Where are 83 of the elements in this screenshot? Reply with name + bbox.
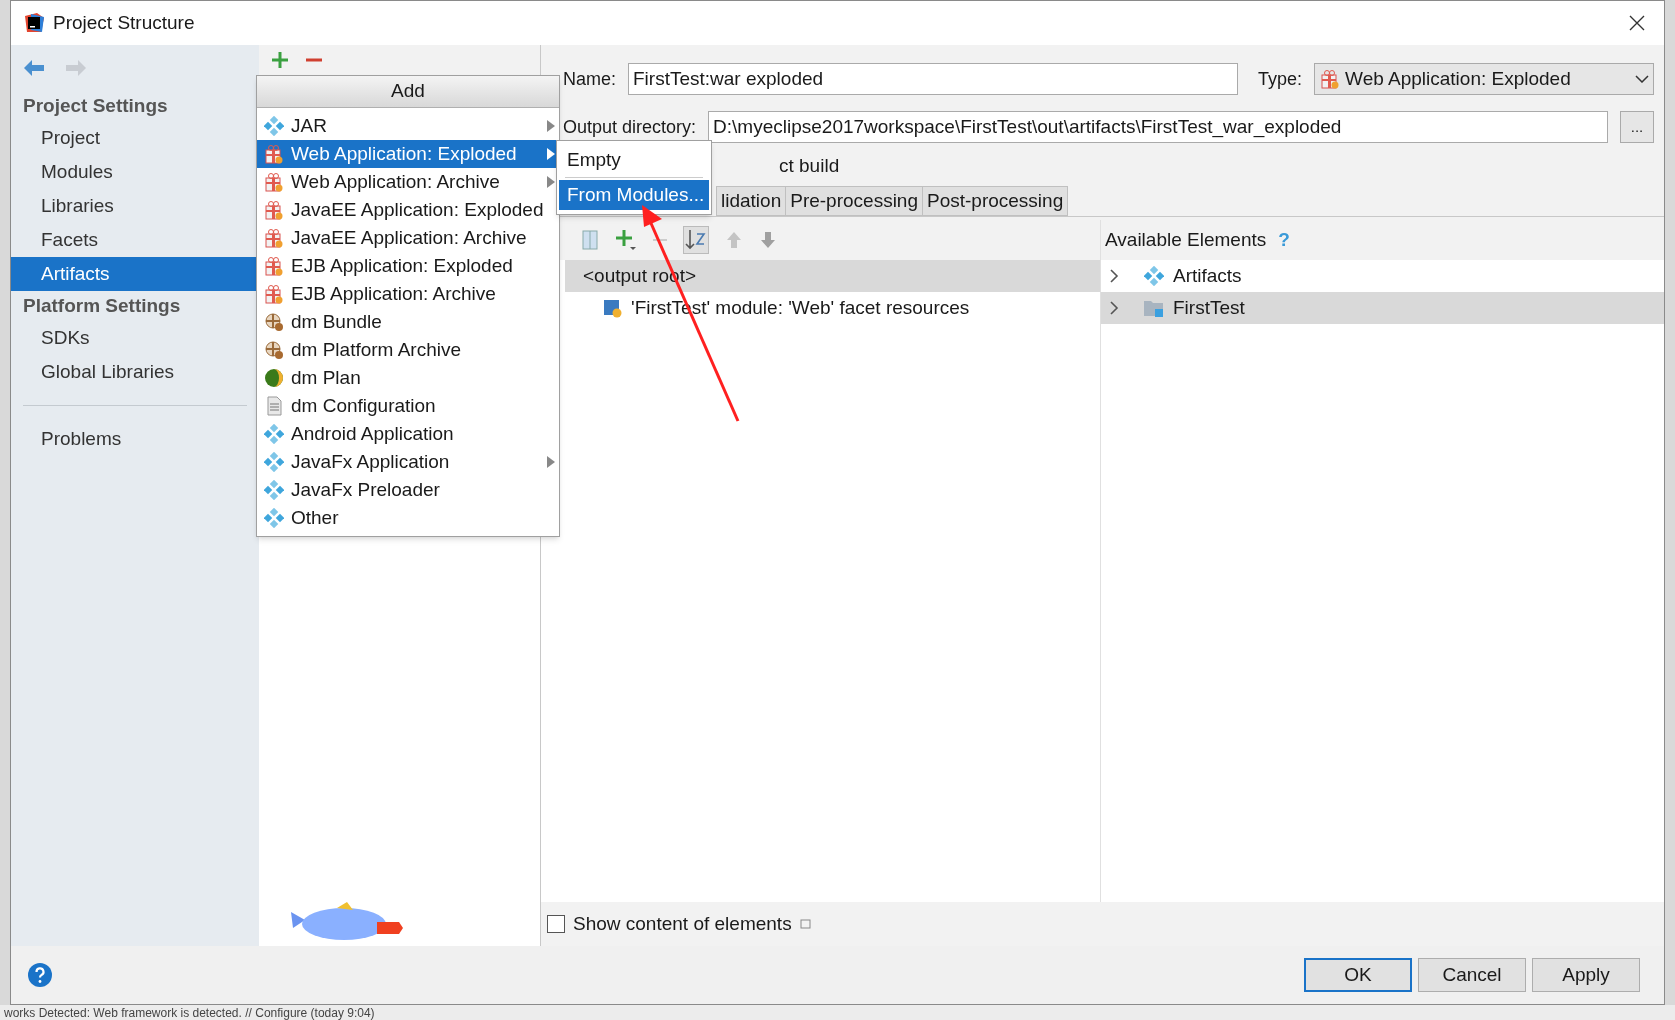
dialog-button[interactable]: Cancel xyxy=(1418,958,1526,992)
tab[interactable]: Pre-processing xyxy=(785,186,923,216)
checkbox-label: Show content of elements xyxy=(573,911,792,936)
submenu-arrow-icon xyxy=(547,148,555,160)
gift-box-icon xyxy=(264,200,284,220)
diamond-cluster-icon xyxy=(264,424,284,444)
field-label: Output directory: xyxy=(563,115,697,139)
name-field[interactable]: FirstTest:war exploded xyxy=(628,63,1238,95)
menu-item[interactable]: EJB Application: Exploded xyxy=(257,252,559,280)
diamond-cluster-icon xyxy=(264,508,284,528)
menu-item[interactable]: JavaFx Preloader xyxy=(257,476,559,504)
gift-box-icon xyxy=(264,228,284,248)
panel-title: Available Elements xyxy=(1105,227,1267,252)
menu-item[interactable]: Android Application xyxy=(257,420,559,448)
gift-box-icon xyxy=(264,256,284,276)
diamond-cluster-icon xyxy=(264,480,284,500)
submenu-arrow-icon xyxy=(547,176,555,188)
diamond-cluster-icon xyxy=(1144,266,1164,286)
menu-item[interactable]: Web Application: Archive xyxy=(257,168,559,196)
help-icon[interactable] xyxy=(27,962,53,988)
window-title: Project Structure xyxy=(53,10,196,35)
bundle-icon xyxy=(264,340,284,360)
menu-item[interactable]: JavaEE Application: Exploded xyxy=(257,196,559,224)
menu-title: Add xyxy=(257,76,559,108)
menu-item[interactable]: dm Bundle xyxy=(257,308,559,336)
output-directory-field[interactable]: D:\myeclipse2017workspace\FirstTest\out\artifacts\FirstTest_war_exploded xyxy=(708,111,1608,143)
checkbox-label: ct build xyxy=(779,153,840,178)
move-up-icon xyxy=(725,230,743,250)
document-icon xyxy=(264,396,284,416)
menu-item[interactable]: Empty xyxy=(559,145,709,175)
close-icon xyxy=(1629,15,1645,31)
sidebar-item[interactable]: Global Libraries xyxy=(11,355,259,389)
submenu-arrow-icon xyxy=(547,120,555,132)
move-down-icon[interactable] xyxy=(759,230,777,250)
submenu-arrow-icon xyxy=(547,456,555,468)
dialog-button[interactable]: Apply xyxy=(1532,958,1640,992)
diamond-cluster-icon xyxy=(264,116,284,136)
dialog-button[interactable]: OK xyxy=(1304,958,1412,992)
type-dropdown[interactable]: Web Application: Exploded xyxy=(1314,63,1654,95)
menu-item[interactable]: EJB Application: Archive xyxy=(257,280,559,308)
checkbox[interactable] xyxy=(547,915,565,933)
menu-item[interactable]: JavaFx Application xyxy=(257,448,559,476)
diamond-cluster-icon xyxy=(264,452,284,472)
section-heading: Project Settings xyxy=(22,93,169,118)
sidebar-item[interactable]: Artifacts xyxy=(11,257,259,291)
tree-item[interactable]: FirstTest xyxy=(1101,292,1664,324)
module-icon xyxy=(603,298,623,318)
menu-item[interactable]: dm Platform Archive xyxy=(257,336,559,364)
tab[interactable]: lidation xyxy=(716,186,787,216)
small-square-icon xyxy=(799,918,812,930)
add-icon[interactable] xyxy=(271,51,289,69)
gift-box-icon xyxy=(264,172,284,192)
gift-box-icon xyxy=(264,284,284,304)
folder-icon xyxy=(1143,298,1165,318)
app-logo-icon xyxy=(23,12,45,34)
menu-item[interactable]: dm Configuration xyxy=(257,392,559,420)
field-label: Name: xyxy=(563,67,616,91)
browse-button[interactable]: ... xyxy=(1620,111,1654,143)
sidebar-item[interactable]: SDKs xyxy=(11,321,259,355)
menu-item[interactable]: From Modules... xyxy=(559,180,709,210)
chevron-down-icon xyxy=(1635,75,1649,83)
menu-item[interactable]: Other xyxy=(257,504,559,532)
section-heading: Platform Settings xyxy=(22,293,182,318)
gift-box-icon xyxy=(264,144,284,164)
menu-item[interactable]: Web Application: Exploded xyxy=(257,140,559,168)
sidebar-item[interactable]: Project xyxy=(11,121,259,155)
back-arrow-icon[interactable] xyxy=(23,59,45,77)
tree-item[interactable]: Artifacts xyxy=(1101,260,1664,292)
menu-item[interactable]: JavaEE Application: Archive xyxy=(257,224,559,252)
bundle-icon xyxy=(264,312,284,332)
swirl-sphere-icon xyxy=(264,368,284,388)
tab[interactable]: Post-processing xyxy=(922,186,1069,216)
gift-box-icon xyxy=(1320,69,1341,89)
status-text: works Detected: Web framework is detected. // Configure (today 9:04) xyxy=(4,1006,375,1019)
sidebar-item[interactable]: Modules xyxy=(11,155,259,189)
menu-item[interactable]: dm Plan xyxy=(257,364,559,392)
add-icon[interactable] xyxy=(615,229,637,251)
sidebar-item[interactable]: Facets xyxy=(11,223,259,257)
sort-icon[interactable] xyxy=(683,226,709,254)
sidebar-item[interactable]: Libraries xyxy=(11,189,259,223)
menu-item[interactable]: JAR xyxy=(257,112,559,140)
sidebar-item[interactable]: Problems xyxy=(11,422,259,456)
field-label: Type: xyxy=(1258,67,1303,91)
